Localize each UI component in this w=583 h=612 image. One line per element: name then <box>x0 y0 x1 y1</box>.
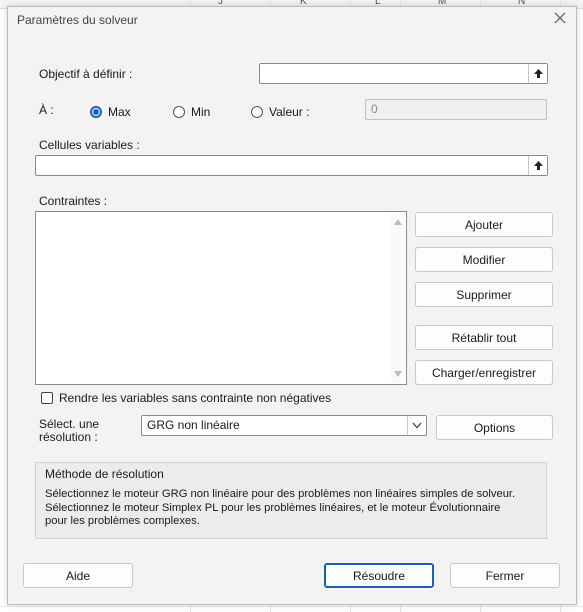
variables-value <box>36 163 46 167</box>
radio-value[interactable]: Valeur : <box>251 105 309 119</box>
delete-button[interactable]: Supprimer <box>415 282 553 307</box>
method-info-text: Sélectionnez le moteur GRG non linéaire … <box>45 488 541 529</box>
method-select-label-line2: résolution : <box>39 430 98 444</box>
add-button[interactable]: Ajouter <box>415 212 553 237</box>
collapse-dialog-icon[interactable] <box>528 64 547 83</box>
radio-min[interactable]: Min <box>173 105 210 119</box>
objective-value <box>260 71 270 75</box>
collapse-dialog-icon[interactable] <box>528 156 547 175</box>
method-select-label: Sélect. une résolution : <box>39 418 99 444</box>
radio-min-label: Min <box>191 105 211 119</box>
nonneg-checkbox[interactable]: Rendre les variables sans contrainte non… <box>41 391 331 405</box>
scroll-up-icon[interactable] <box>394 219 402 225</box>
constraints-label: Contraintes : <box>39 194 108 208</box>
radio-icon <box>251 106 263 118</box>
value-input[interactable]: 0 <box>365 99 547 120</box>
solver-dialog: Paramètres du solveur Objectif à définir… <box>7 6 577 605</box>
grid-row-line <box>0 606 583 607</box>
load-save-button[interactable]: Charger/enregistrer <box>415 360 553 385</box>
close-icon[interactable] <box>553 11 567 25</box>
radio-icon <box>173 106 185 118</box>
radio-selected-icon <box>90 106 102 118</box>
variables-label: Cellules variables : <box>39 138 140 152</box>
radio-max-label: Max <box>108 105 131 119</box>
close-button[interactable]: Fermer <box>450 563 560 588</box>
nonneg-label: Rendre les variables sans contrainte non… <box>59 391 332 405</box>
objective-input[interactable] <box>259 63 548 84</box>
options-button[interactable]: Options <box>436 415 553 440</box>
radio-value-label: Valeur : <box>269 105 310 119</box>
chevron-down-icon[interactable] <box>407 416 426 435</box>
method-info-line: pour les problèmes complexes. <box>45 515 200 527</box>
scroll-down-icon[interactable] <box>394 371 402 377</box>
method-info-line: Sélectionnez le moteur GRG non linéaire … <box>45 488 516 500</box>
to-label: À : <box>39 103 54 117</box>
method-dropdown[interactable]: GRG non linéaire <box>141 415 427 436</box>
checkbox-icon <box>41 392 53 404</box>
variables-input[interactable] <box>35 155 548 176</box>
modify-button[interactable]: Modifier <box>415 247 553 272</box>
solve-button[interactable]: Résoudre <box>324 563 434 588</box>
method-dropdown-value: GRG non linéaire <box>147 418 240 432</box>
list-scrollbar[interactable] <box>391 213 405 383</box>
method-info-panel: Méthode de résolution Sélectionnez le mo… <box>35 462 547 539</box>
radio-max[interactable]: Max <box>90 105 131 119</box>
reset-all-button[interactable]: Rétablir tout <box>415 325 553 350</box>
dialog-title: Paramètres du solveur <box>17 13 138 27</box>
constraints-list[interactable] <box>35 211 407 385</box>
method-info-line: Sélectionnez le moteur Simplex PL pour l… <box>45 501 501 514</box>
method-info-title: Méthode de résolution <box>45 467 164 481</box>
objective-label: Objectif à définir : <box>39 67 133 81</box>
help-button[interactable]: Aide <box>23 563 133 588</box>
